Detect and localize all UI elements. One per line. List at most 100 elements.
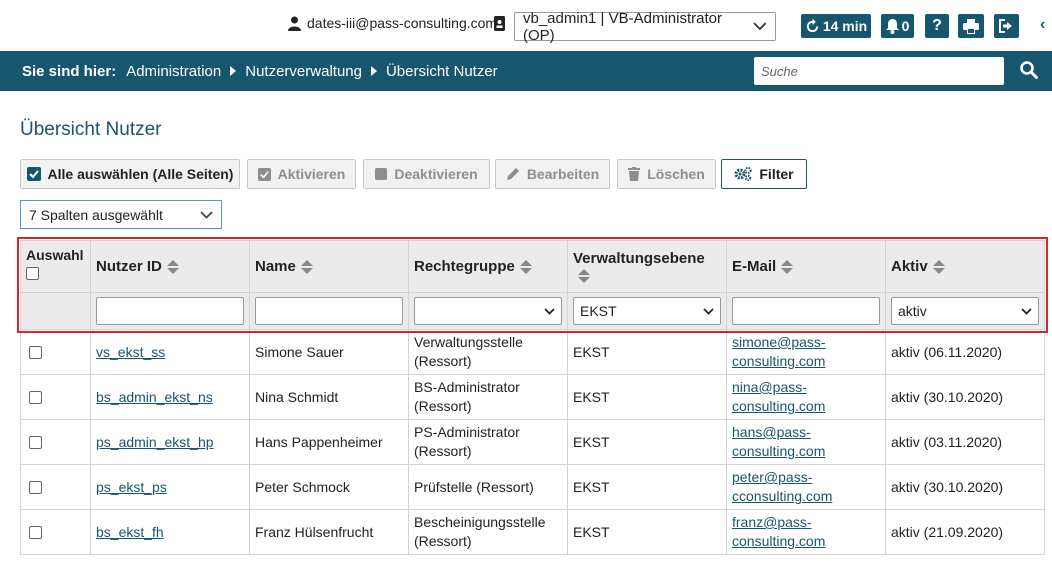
table-row: bs_admin_ekst_ns Nina Schmidt BS-Adminis… [20,374,1045,420]
notifications-button[interactable]: 0 [881,14,914,38]
filter-cell-empty [20,292,91,330]
user-id-link[interactable]: vs_ekst_ss [96,344,165,360]
filter-level-select[interactable]: EKST [573,297,721,325]
select-all-button[interactable]: Alle auswählen (Alle Seiten) [20,159,240,189]
help-button[interactable]: ? [925,14,949,38]
checkbox-icon [257,167,271,181]
filter-name-input[interactable] [255,297,403,325]
cell-email: simone@pass-consulting.com [726,329,886,375]
cell-level: EKST [567,329,727,375]
table-row: bs_ekst_fh Franz Hülsenfrucht Bescheinig… [20,509,1045,555]
refresh-icon [806,18,818,32]
breadcrumb-item-nutzerverwaltung[interactable]: Nutzerverwaltung [245,63,362,80]
breadcrumb: Sie sind hier: Administration Nutzerverw… [22,51,498,91]
email-link[interactable]: nina@pass-consulting.com [732,379,825,414]
select-all-checkbox[interactable] [26,267,39,281]
table-row: vs_ekst_ss Simone Sauer Verwaltungsstell… [20,329,1045,375]
filter-cell-group [408,292,568,330]
delete-button[interactable]: Löschen [617,159,716,189]
email-link[interactable]: franz@pass-consulting.com [732,514,825,549]
cell-name: Nina Schmidt [249,374,409,420]
filter-cell-user-id [90,292,250,330]
row-select-cell [20,464,91,510]
row-select-cell [20,329,91,375]
cell-active: aktiv (30.10.2020) [885,464,1045,510]
sort-icon[interactable] [781,260,794,275]
search-icon[interactable] [1020,61,1038,82]
filter-active-select[interactable]: aktiv [891,297,1039,325]
cell-user-id: ps_admin_ekst_hp [90,419,250,465]
row-checkbox[interactable] [29,346,42,360]
cell-email: peter@pass-cconsulting.com [726,464,886,510]
row-checkbox[interactable] [29,526,42,540]
header-user-id[interactable]: Nutzer ID [90,240,250,293]
header-select-label: Auswahl [26,247,84,263]
cell-level: EKST [567,509,727,555]
header-user-id-label: Nutzer ID [96,258,162,275]
cell-group-line: BS-Administrator [414,379,520,395]
sort-icon[interactable] [932,260,945,275]
sort-icon[interactable] [300,260,313,275]
header-group[interactable]: Rechtegruppe [408,240,568,293]
cell-active: aktiv (30.10.2020) [885,374,1045,420]
session-timer-button[interactable]: 14 min [801,14,871,38]
row-select-cell [20,509,91,555]
print-button[interactable] [958,14,984,38]
checked-checkbox-icon [26,167,41,181]
chevron-down-icon [1021,307,1032,315]
cell-name: Hans Pappenheimer [249,419,409,465]
filter-email-input[interactable] [732,297,880,325]
columns-select[interactable]: 7 Spalten ausgewählt [20,200,222,229]
logout-button[interactable] [994,14,1019,38]
table-row: ps_admin_ekst_hp Hans Pappenheimer PS-Ad… [20,419,1045,465]
cell-group: Prüfstelle (Ressort) [408,464,568,510]
role-select[interactable]: vb_admin1 | VB-Administrator (OP) [514,10,776,44]
cell-group: Bescheinigungsstelle (Ressort) [408,509,568,555]
user-id-link[interactable]: ps_ekst_ps [96,479,167,495]
search-input[interactable] [754,57,1004,85]
pencil-icon [506,168,519,180]
deactivate-button[interactable]: Deaktivieren [363,159,490,189]
help-label: ? [932,17,942,34]
edit-button[interactable]: Bearbeiten [495,159,610,189]
email-link[interactable]: hans@pass-consulting.com [732,424,825,459]
gears-icon [734,167,752,181]
cell-level: EKST [567,419,727,465]
breadcrumb-item-administration[interactable]: Administration [126,63,221,80]
sort-icon[interactable] [166,260,179,275]
breadcrumb-item-current: Übersicht Nutzer [385,62,498,80]
filter-group-select[interactable] [414,297,562,325]
table-row: ps_ekst_ps Peter Schmock Prüfstelle (Res… [20,464,1045,510]
breadcrumb-separator-icon [230,66,237,76]
header-active[interactable]: Aktiv [885,240,1045,293]
sort-icon[interactable] [578,268,590,283]
filter-user-id-input[interactable] [96,297,244,325]
edit-label: Bearbeiten [526,166,600,182]
email-link[interactable]: simone@pass-consulting.com [732,334,826,369]
cell-group: BS-Administrator (Ressort) [408,374,568,420]
user-id-link[interactable]: ps_admin_ekst_hp [96,434,214,450]
collapse-arrow-icon[interactable]: ‹ [1040,16,1045,34]
filter-button[interactable]: Filter [721,159,807,189]
activate-button[interactable]: Aktivieren [247,159,356,189]
user-id-link[interactable]: bs_admin_ekst_ns [96,389,213,405]
header-name[interactable]: Name [249,240,409,293]
table-filter-row: EKST aktiv [20,292,1045,330]
notifications-count: 0 [901,18,910,34]
users-table: Auswahl Nutzer ID Name Rechtegruppe Verw… [20,240,1045,555]
sort-icon[interactable] [519,260,532,275]
row-checkbox[interactable] [29,481,42,495]
cell-group-line: (Ressort) [414,353,472,369]
stop-square-icon [375,168,388,180]
user-id-link[interactable]: bs_ekst_fh [96,524,164,540]
email-link[interactable]: peter@pass-cconsulting.com [732,469,832,504]
trash-icon [628,167,641,181]
header-email[interactable]: E-Mail [726,240,886,293]
row-checkbox[interactable] [29,436,42,450]
header-level[interactable]: Verwaltungsebene [567,240,727,293]
row-checkbox[interactable] [29,391,42,405]
page-title: Übersicht Nutzer [20,119,162,140]
header-select: Auswahl [20,240,91,293]
header-active-label: Aktiv [891,258,928,275]
user-info: dates-iii@pass-consulting.com [288,15,497,31]
